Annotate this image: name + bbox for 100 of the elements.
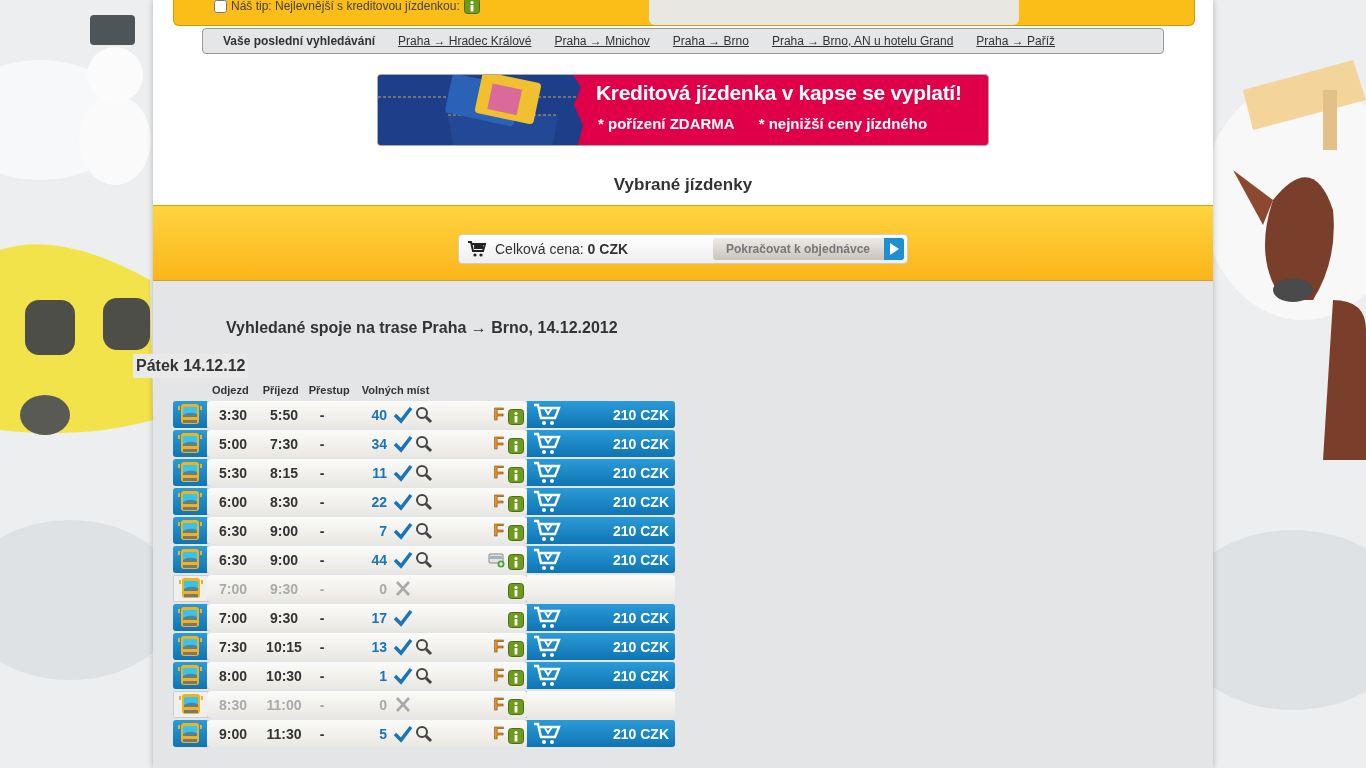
info-icon[interactable] <box>508 640 524 657</box>
connection-row[interactable]: 7:00 9:30 - 17 210 CZK <box>173 604 675 631</box>
search-icon[interactable] <box>415 550 433 569</box>
search-icon[interactable] <box>415 434 433 453</box>
tip-checkbox[interactable] <box>214 0 227 13</box>
cart-icon <box>533 721 561 746</box>
connection-row[interactable]: 7:00 9:30 - 0 <box>173 575 675 602</box>
search-icon[interactable] <box>415 463 433 482</box>
buy-button[interactable]: 210 CZK <box>527 517 675 544</box>
departure-time: 7:00 <box>218 609 248 626</box>
connection-row[interactable]: 5:30 8:15 - 11 F 210 CZK <box>173 459 675 486</box>
recent-search-link[interactable]: Praha → Brno, AN u hotelu Grand <box>771 34 954 48</box>
search-icon[interactable] <box>415 724 433 743</box>
transfer-count: - <box>318 493 326 510</box>
bus-icon <box>177 431 203 456</box>
fare-badge[interactable]: F <box>493 433 504 454</box>
free-seats: 13 <box>335 638 387 655</box>
search-icon[interactable] <box>415 492 433 511</box>
info-icon[interactable] <box>508 437 524 454</box>
connection-row[interactable]: 6:30 9:00 - 44 210 CZK <box>173 546 675 573</box>
connection-row[interactable]: 8:00 10:30 - 1 F 210 CZK <box>173 662 675 689</box>
banner-point: * pořízení ZDARMA <box>598 115 735 132</box>
arrival-time: 9:00 <box>269 522 299 539</box>
buy-button[interactable]: 210 CZK <box>527 401 675 428</box>
buy-button[interactable]: 210 CZK <box>527 459 675 486</box>
day-label: Pátek 14.12.12 <box>133 354 249 378</box>
connection-row[interactable]: 9:00 11:30 - 5 F 210 CZK <box>173 720 675 747</box>
free-seats: 1 <box>335 667 387 684</box>
fare-badge[interactable]: F <box>493 520 504 541</box>
search-icon[interactable] <box>415 637 433 656</box>
check-icon <box>393 637 413 656</box>
cart-icon <box>533 663 561 688</box>
buy-button[interactable]: 210 CZK <box>527 633 675 660</box>
continue-button[interactable]: Pokračovat k objednávce <box>712 238 904 260</box>
free-seats: 11 <box>335 464 387 481</box>
transfer-count: - <box>318 522 326 539</box>
fare-badge[interactable]: F <box>493 636 504 657</box>
cart-icon <box>533 634 561 659</box>
connection-row[interactable]: 7:30 10:15 - 13 F 210 CZK <box>173 633 675 660</box>
departure-time: 9:00 <box>218 725 248 742</box>
recent-search-link[interactable]: Praha → Hradec Králové <box>398 34 532 48</box>
tip-text: Náš tip: Nejlevnější s kreditovou jízdenkou: <box>231 0 460 13</box>
info-icon[interactable] <box>508 727 524 744</box>
info-icon[interactable] <box>508 524 524 541</box>
check-icon <box>393 666 413 685</box>
bus-icon <box>177 547 203 572</box>
arrival-time: 11:00 <box>265 696 303 713</box>
cart-icon <box>533 489 561 514</box>
free-seats: 40 <box>335 406 387 423</box>
buy-button[interactable]: 210 CZK <box>527 430 675 457</box>
transfer-count: - <box>318 667 326 684</box>
recent-search-link[interactable]: Praha → Brno <box>672 34 749 48</box>
banner[interactable]: Kreditová jízdenka v kapse se vyplatí! * pořízení ZDARMA * nejnižší ceny jízdného <box>377 74 989 146</box>
check-icon <box>393 492 413 511</box>
buy-button[interactable]: 210 CZK <box>527 488 675 515</box>
fare-badge[interactable]: F <box>493 723 504 744</box>
arrival-time: 8:15 <box>269 464 299 481</box>
info-icon[interactable] <box>508 553 524 570</box>
departure-time: 8:00 <box>218 667 248 684</box>
info-icon[interactable] <box>508 582 524 599</box>
free-seats: 44 <box>335 551 387 568</box>
fare-badge[interactable]: F <box>493 665 504 686</box>
fare-badge[interactable]: F <box>493 694 504 715</box>
play-icon <box>884 238 904 260</box>
free-seats: 5 <box>335 725 387 742</box>
check-icon <box>393 405 413 424</box>
connection-row[interactable]: 6:00 8:30 - 22 F 210 CZK <box>173 488 675 515</box>
buy-button[interactable]: 210 CZK <box>527 546 675 573</box>
fare-badge[interactable]: F <box>493 404 504 425</box>
fare-badge[interactable]: F <box>493 462 504 483</box>
check-icon <box>393 463 413 482</box>
info-icon[interactable] <box>508 495 524 512</box>
connection-row[interactable]: 3:30 5:50 - 40 F 210 CZK <box>173 401 675 428</box>
check-icon <box>393 724 413 743</box>
departure-time: 5:30 <box>218 464 248 481</box>
connection-row[interactable]: 8:30 11:00 - 0 F <box>173 691 675 718</box>
buy-button[interactable]: 210 CZK <box>527 662 675 689</box>
info-icon[interactable] <box>508 408 524 425</box>
info-icon[interactable] <box>463 0 480 14</box>
search-icon[interactable] <box>415 405 433 424</box>
search-icon[interactable] <box>415 666 433 685</box>
free-seats: 0 <box>335 580 387 597</box>
info-icon[interactable] <box>508 466 524 483</box>
buy-button[interactable]: 210 CZK <box>527 604 675 631</box>
info-icon[interactable] <box>508 611 524 628</box>
departure-time: 6:30 <box>218 551 248 568</box>
recent-search-link[interactable]: Praha → Mnichov <box>554 34 650 48</box>
connection-row[interactable]: 5:00 7:30 - 34 F 210 CZK <box>173 430 675 457</box>
fare-badge[interactable]: F <box>493 491 504 512</box>
results-title: Vyhledané spoje na trase Praha → Brno, 14.12.2012 <box>226 319 619 337</box>
buy-button[interactable]: 210 CZK <box>527 720 675 747</box>
banner-headline: Kreditová jízdenka v kapse se vyplatí! <box>596 81 962 105</box>
info-icon[interactable] <box>508 698 524 715</box>
connection-row[interactable]: 6:30 9:00 - 7 F 210 CZK <box>173 517 675 544</box>
search-icon[interactable] <box>415 521 433 540</box>
info-icon[interactable] <box>508 669 524 686</box>
arrival-time: 7:30 <box>269 435 299 452</box>
cross-icon <box>393 695 413 714</box>
arrival-time: 8:30 <box>269 493 299 510</box>
recent-search-link[interactable]: Praha → Paříž <box>976 34 1056 48</box>
